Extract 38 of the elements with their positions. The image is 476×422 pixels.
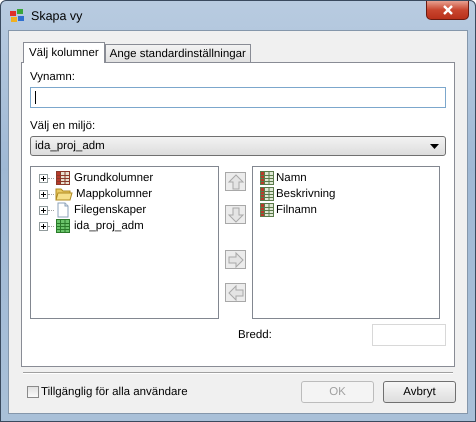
arrow-icon	[226, 172, 244, 190]
folder-icon	[55, 186, 73, 202]
arrow-icon	[226, 206, 244, 224]
expand-icon[interactable]	[39, 206, 48, 214]
app-icon	[9, 8, 25, 24]
list-item[interactable]: Namn	[276, 172, 307, 184]
table-icon	[259, 186, 275, 202]
expand-icon[interactable]	[39, 174, 48, 182]
list-item[interactable]: Beskrivning	[276, 188, 336, 200]
width-field[interactable]	[372, 324, 446, 346]
expand-icon[interactable]	[39, 222, 48, 230]
close-icon	[442, 5, 454, 15]
field-label: Bredd:	[238, 329, 273, 341]
arrow-icon	[226, 250, 244, 268]
field-label: Vynamn:	[30, 71, 76, 83]
list-item[interactable]: Filnamn	[276, 204, 317, 216]
window-title: Skapa vy	[31, 8, 84, 22]
field-label: Välj en miljö:	[30, 120, 96, 132]
table-icon	[259, 170, 275, 186]
tree-item[interactable]: Mappkolumner	[76, 188, 152, 200]
checkbox-label: Tillgänglig för alla användare	[41, 386, 188, 398]
tab[interactable]: Ange standardinställningar	[104, 44, 251, 62]
checkbox[interactable]	[27, 386, 39, 398]
expand-icon[interactable]	[39, 190, 48, 198]
view-name-field[interactable]	[30, 87, 446, 108]
table-icon	[55, 170, 71, 186]
tree-item[interactable]: ida_proj_adm	[74, 220, 144, 232]
dialog-button[interactable]: Avbryt	[383, 381, 456, 403]
table-icon	[259, 202, 275, 218]
caret-icon	[430, 144, 439, 148]
document-icon	[55, 202, 71, 218]
tab[interactable]: Välj kolumner	[23, 42, 105, 63]
environment-dropdown[interactable]: ida_proj_adm	[30, 136, 446, 156]
close-button[interactable]	[426, 1, 469, 20]
tree-item[interactable]: Grundkolumner	[74, 172, 154, 184]
tree-item[interactable]: Filegenskaper	[74, 204, 146, 216]
arrow-icon	[226, 284, 244, 302]
table-icon	[55, 218, 71, 234]
